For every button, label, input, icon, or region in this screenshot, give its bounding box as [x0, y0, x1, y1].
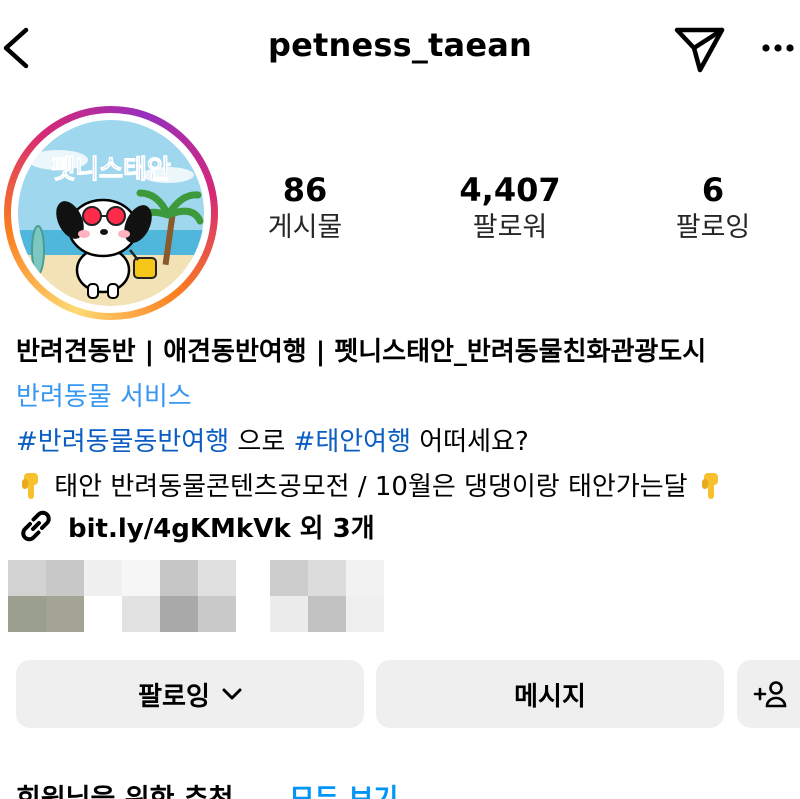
bio-event-text: 태안 반려동물콘텐츠공모전 / 10월은 댕댕이랑 태안가는달	[46, 472, 696, 502]
bio-hashtag-line: #반려동물동반여행 으로 #태안여행 어떠세요?	[16, 420, 800, 465]
following-button-label: 팔로잉	[138, 681, 210, 712]
chevron-down-icon	[222, 688, 242, 700]
top-bar: petness_taean	[0, 0, 800, 96]
followers-count: 4,407	[459, 171, 561, 209]
share-button[interactable]	[672, 20, 726, 74]
paper-plane-icon	[674, 27, 725, 73]
avatar-logo-text: 펫니스태안	[51, 155, 171, 185]
pointing-down-emoji-icon	[22, 473, 38, 499]
external-link[interactable]: bit.ly/4gKMkVk 외 3개	[16, 504, 375, 548]
posts-count: 86	[282, 171, 328, 209]
link-icon	[21, 510, 51, 542]
link-text[interactable]: bit.ly/4gKMkVk 외 3개	[68, 508, 375, 545]
stat-followers[interactable]: 4,407 팔로워	[425, 170, 595, 246]
profile-avatar[interactable]: 펫니스태안	[4, 106, 218, 320]
stat-following[interactable]: 6 팔로잉	[628, 170, 798, 246]
avatar-image: 펫니스태안	[18, 120, 204, 306]
suggestions-title: 회원님을 위한 추천	[16, 784, 234, 799]
more-horizontal-icon	[762, 44, 794, 52]
following-label: 팔로잉	[675, 212, 751, 243]
suggest-people-button[interactable]	[737, 660, 800, 728]
more-options-button[interactable]	[756, 28, 800, 68]
suggestions-header: 회원님을 위한 추천 모두 보기	[16, 780, 800, 799]
see-all-link[interactable]: 모두 보기	[290, 784, 399, 799]
add-person-icon	[753, 681, 787, 708]
stat-posts[interactable]: 86 게시물	[220, 170, 390, 246]
profile-bio: 반려견동반 | 애견동반여행 | 펫니스태안_반려동물친화관광도시 반려동물 서…	[16, 330, 800, 510]
following-count: 6	[701, 171, 725, 209]
posts-label: 게시물	[267, 212, 343, 243]
message-button-label: 메시지	[514, 681, 586, 712]
bio-name: 반려견동반 | 애견동반여행 | 펫니스태안_반려동물친화관광도시	[16, 337, 707, 367]
hashtag-link[interactable]: #태안여행	[294, 427, 411, 457]
following-button[interactable]: 팔로잉	[16, 660, 364, 728]
message-button[interactable]: 메시지	[376, 660, 724, 728]
followers-label: 팔로워	[472, 212, 548, 243]
pointing-down-emoji-icon	[701, 473, 718, 499]
hashtag-link[interactable]: #반려동물동반여행	[16, 427, 229, 457]
bio-category[interactable]: 반려동물 서비스	[16, 375, 800, 420]
bio-text: 으로	[229, 427, 294, 457]
bio-text: 어떠세요?	[411, 427, 529, 457]
